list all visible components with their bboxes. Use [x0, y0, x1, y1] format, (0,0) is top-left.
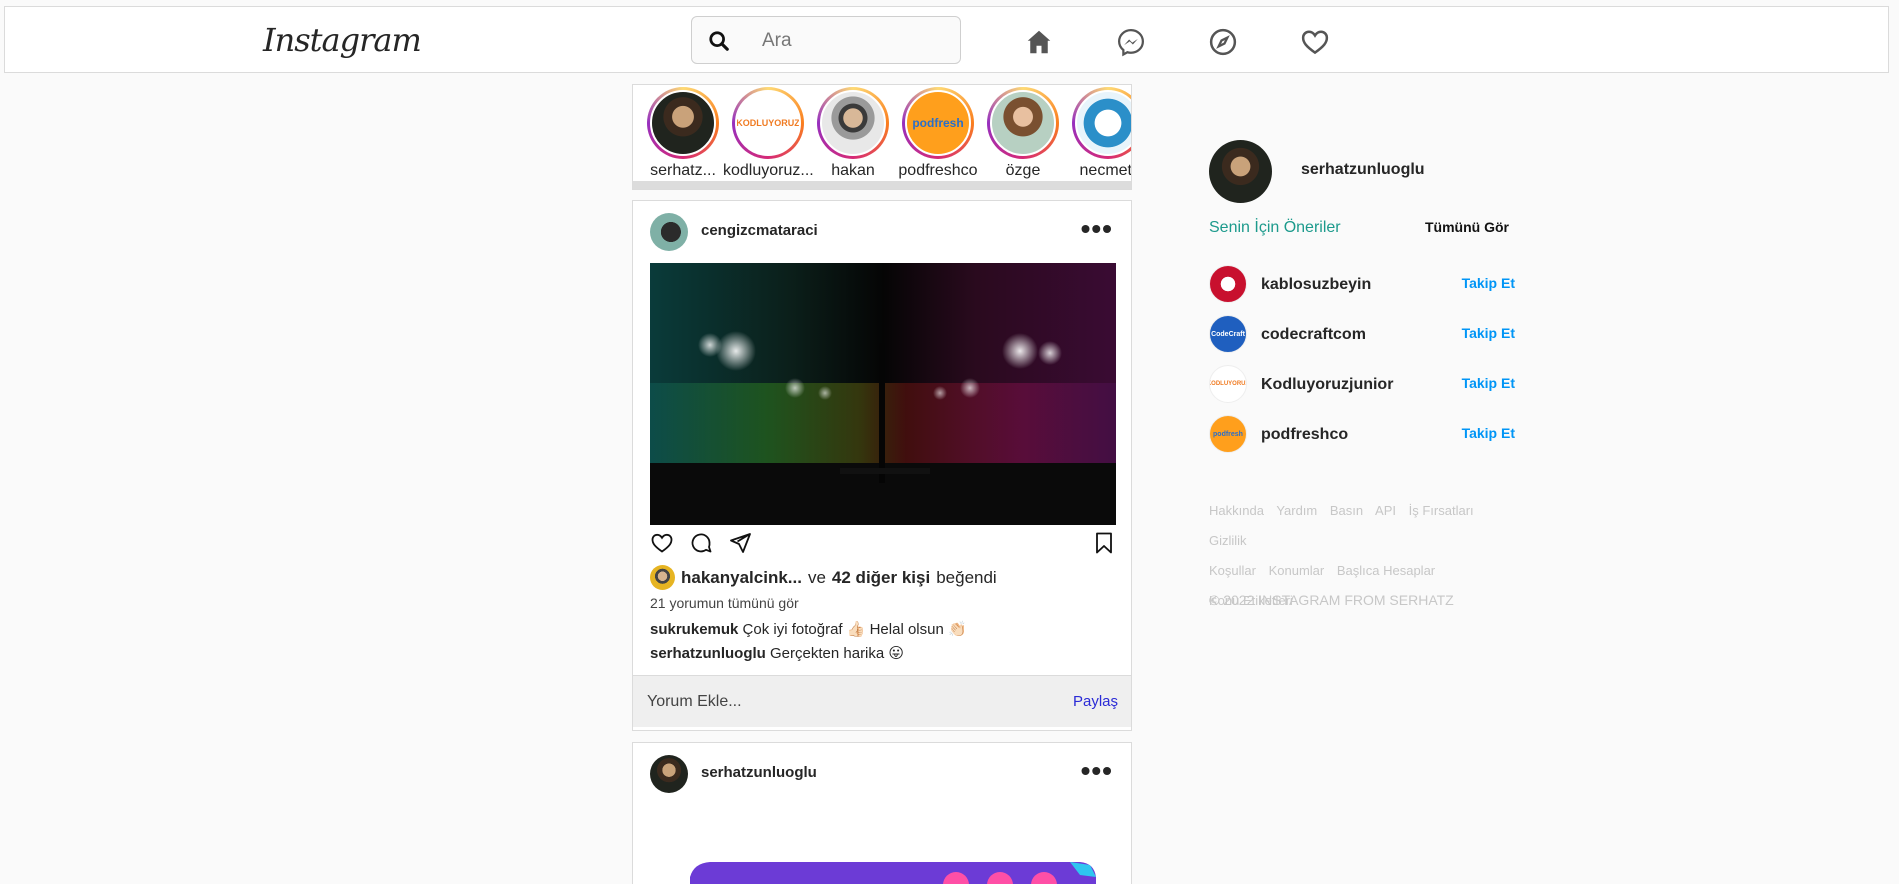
- post-username[interactable]: cengizcmataraci: [701, 222, 818, 239]
- see-all-link[interactable]: Tümünü Gör: [1425, 219, 1509, 235]
- likes-suffix: beğendi: [936, 567, 997, 587]
- footer-link[interactable]: API: [1375, 503, 1396, 518]
- suggestion-username[interactable]: podfreshco: [1261, 426, 1348, 444]
- story-avatar: [650, 90, 716, 156]
- suggestion-username[interactable]: kablosuzbeyin: [1261, 276, 1371, 294]
- likes-others[interactable]: 42 diğer kişi: [832, 568, 930, 588]
- save-icon[interactable]: [1092, 531, 1116, 555]
- suggestions-title: Senin İçin Öneriler: [1209, 219, 1341, 236]
- instagram-logo[interactable]: Instagram: [263, 21, 422, 59]
- stories-bar: serhatz... KODLUYORUZ kodluyoruz... haka…: [632, 84, 1132, 190]
- suggestion-item: kablosuzbeyin Takip Et: [1209, 265, 1515, 305]
- story-item[interactable]: serhatz...: [638, 87, 728, 180]
- suggestion-avatar[interactable]: podfresh: [1209, 415, 1247, 453]
- story-avatar: [1075, 90, 1131, 156]
- follow-button[interactable]: Takip Et: [1462, 425, 1515, 441]
- footer-link[interactable]: Konumlar: [1269, 563, 1325, 578]
- search-input[interactable]: [762, 27, 942, 55]
- story-avatar: [820, 90, 886, 156]
- comment-input[interactable]: [647, 690, 1027, 714]
- comment-text: Çok iyi fotoğraf 👍🏻 Helal olsun 👏🏻: [742, 621, 967, 638]
- heart-icon[interactable]: [1300, 27, 1330, 57]
- story-item[interactable]: KODLUYORUZ kodluyoruz...: [723, 87, 814, 180]
- stories-scrollbar[interactable]: [633, 181, 1131, 189]
- like-icon[interactable]: [650, 531, 674, 555]
- post-image[interactable]: [650, 263, 1116, 525]
- story-item[interactable]: necmett: [1063, 87, 1131, 180]
- footer-link[interactable]: Yardım: [1276, 503, 1317, 518]
- current-user-username[interactable]: serhatzunluoglu: [1301, 161, 1425, 179]
- post-header: cengizcmataraci •••: [633, 201, 1131, 261]
- add-comment-bar: Paylaş: [633, 675, 1131, 727]
- story-avatar: KODLUYORUZ: [735, 90, 801, 156]
- story-avatar: podfresh: [905, 90, 971, 156]
- post-avatar[interactable]: [650, 755, 688, 793]
- comment-item: sukrukemuk Çok iyi fotoğraf 👍🏻 Helal ols…: [650, 620, 967, 638]
- search-icon: [709, 31, 729, 51]
- post-card: cengizcmataraci ••• hakanyalcink... ve 4…: [632, 200, 1132, 731]
- view-all-comments-link[interactable]: 21 yorumun tümünü gör: [650, 595, 799, 611]
- follow-button[interactable]: Takip Et: [1462, 275, 1515, 291]
- post-image[interactable]: [650, 805, 1116, 884]
- likes-line: hakanyalcink... ve 42 diğer kişi beğendi: [650, 565, 997, 590]
- story-item[interactable]: hakan: [808, 87, 898, 180]
- post-avatar[interactable]: [650, 213, 688, 251]
- post-username[interactable]: serhatzunluoglu: [701, 764, 817, 781]
- top-navbar: Instagram: [4, 6, 1889, 73]
- post-card: serhatzunluoglu •••: [632, 742, 1132, 884]
- more-options-icon[interactable]: •••: [1081, 757, 1113, 785]
- footer-link[interactable]: Gizlilik: [1209, 533, 1247, 548]
- follow-button[interactable]: Takip Et: [1462, 325, 1515, 341]
- follow-button[interactable]: Takip Et: [1462, 375, 1515, 391]
- suggestion-avatar[interactable]: KODLUYORUZ: [1209, 365, 1247, 403]
- comment-item: serhatzunluoglu Gerçekten harika 😛: [650, 644, 904, 662]
- story-avatar: [990, 90, 1056, 156]
- footer-link[interactable]: İş Fırsatları: [1409, 503, 1474, 518]
- liker-avatar[interactable]: [650, 565, 675, 590]
- explore-icon[interactable]: [1208, 27, 1238, 57]
- liker-username[interactable]: hakanyalcink...: [681, 568, 802, 588]
- footer-link[interactable]: Basın: [1330, 503, 1363, 518]
- suggestion-username[interactable]: Kodluyoruzjunior: [1261, 376, 1393, 394]
- comment-username[interactable]: sukrukemuk: [650, 621, 738, 638]
- comment-text: Gerçekten harika 😛: [770, 645, 905, 662]
- footer-link[interactable]: Hakkında: [1209, 503, 1264, 518]
- story-item[interactable]: özge: [978, 87, 1068, 180]
- story-item[interactable]: podfresh podfreshco: [893, 87, 983, 180]
- current-user-avatar[interactable]: [1209, 140, 1272, 203]
- search-box[interactable]: [691, 16, 961, 64]
- more-options-icon[interactable]: •••: [1081, 215, 1113, 243]
- post-actions: [650, 531, 1116, 557]
- comment-username[interactable]: serhatzunluoglu: [650, 645, 766, 662]
- footer-link[interactable]: Başlıca Hesaplar: [1337, 563, 1435, 578]
- copyright: © 2022 INSTAGRAM FROM SERHATZ: [1209, 592, 1454, 608]
- suggestion-username[interactable]: codecraftcom: [1261, 326, 1366, 344]
- footer-link[interactable]: Koşullar: [1209, 563, 1256, 578]
- likes-conjunction: ve: [807, 567, 826, 587]
- comment-icon[interactable]: [689, 531, 713, 555]
- suggestion-item: KODLUYORUZ Kodluyoruzjunior Takip Et: [1209, 365, 1515, 405]
- messenger-icon[interactable]: [1116, 27, 1146, 57]
- suggestion-avatar[interactable]: [1209, 265, 1247, 303]
- home-icon[interactable]: [1024, 27, 1054, 57]
- suggestion-avatar[interactable]: CodeCraft: [1209, 315, 1247, 353]
- share-icon[interactable]: [728, 531, 752, 555]
- post-comment-button[interactable]: Paylaş: [1073, 693, 1118, 710]
- suggestion-item: podfresh podfreshco Takip Et: [1209, 415, 1515, 455]
- post-header: serhatzunluoglu •••: [633, 743, 1131, 803]
- suggestion-item: CodeCraft codecraftcom Takip Et: [1209, 315, 1515, 355]
